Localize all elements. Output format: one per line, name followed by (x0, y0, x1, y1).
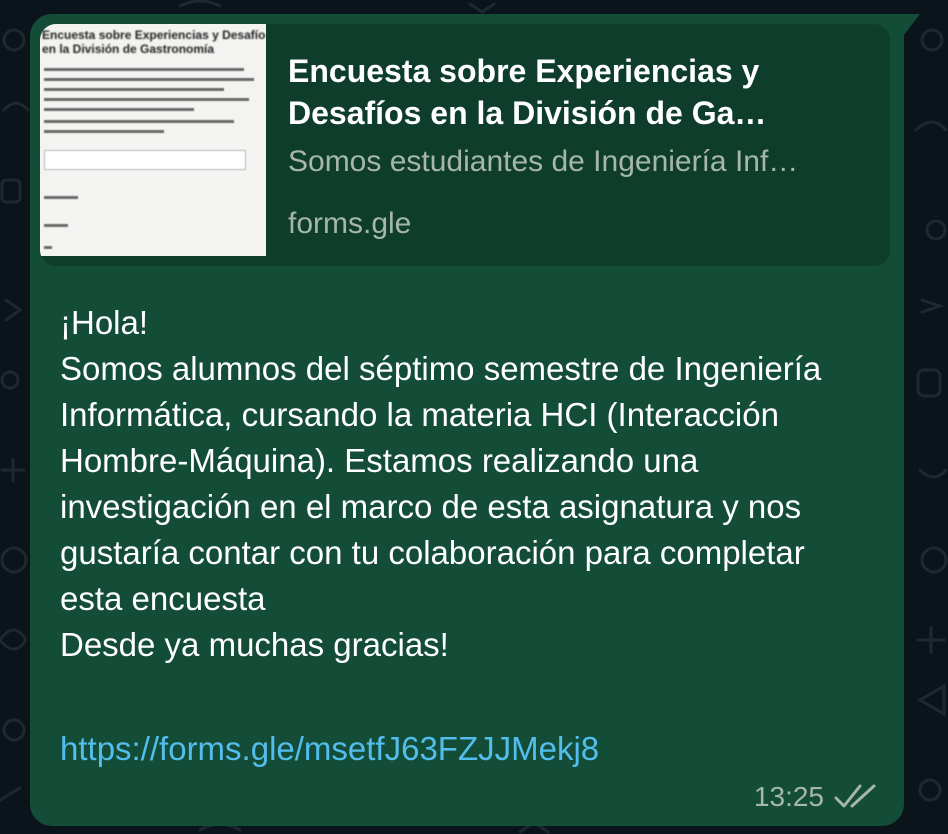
link-preview-text: Encuesta sobre Experiencias y Desafíos e… (288, 50, 868, 244)
thumbnail-text-line (44, 246, 52, 249)
thumbnail-text-line (44, 68, 244, 71)
link-preview-thumbnail: Encuesta sobre Experiencias y Desafíos e… (40, 24, 266, 256)
thumbnail-text-line (44, 98, 249, 101)
thumbnail-text-line (44, 78, 254, 81)
thumbnail-text-line (44, 120, 234, 123)
thumbnail-text-line (44, 196, 78, 199)
double-check-icon (834, 784, 876, 808)
message-text: ¡Hola! Somos alumnos del séptimo semestr… (60, 304, 822, 663)
message-time: 13:25 (753, 781, 824, 812)
thumbnail-text-line (44, 108, 194, 111)
link-preview-domain: forms.gle (288, 207, 412, 240)
thumbnail-input-box (44, 150, 246, 170)
message-bubble-tail (900, 14, 920, 40)
link-preview-card[interactable]: Encuesta sobre Experiencias y Desafíos e… (40, 24, 890, 266)
thumbnail-text-line (44, 130, 164, 133)
message-meta: 13:25 (754, 780, 880, 814)
message-bubble[interactable]: Encuesta sobre Experiencias y Desafíos e… (30, 14, 904, 826)
thumbnail-text-line (44, 88, 224, 91)
thumbnail-text-line (44, 224, 68, 227)
thumbnail-form-title: Encuesta sobre Experiencias y Desafíos e… (42, 28, 266, 56)
link-preview-title[interactable]: Encuesta sobre Experiencias y Desafíos e… (288, 50, 868, 134)
link-preview-description: Somos estudiantes de Ingeniería Inf… (288, 145, 799, 178)
message-link[interactable]: https://forms.gle/msetfJ63FZJJMekj8 (60, 726, 599, 772)
